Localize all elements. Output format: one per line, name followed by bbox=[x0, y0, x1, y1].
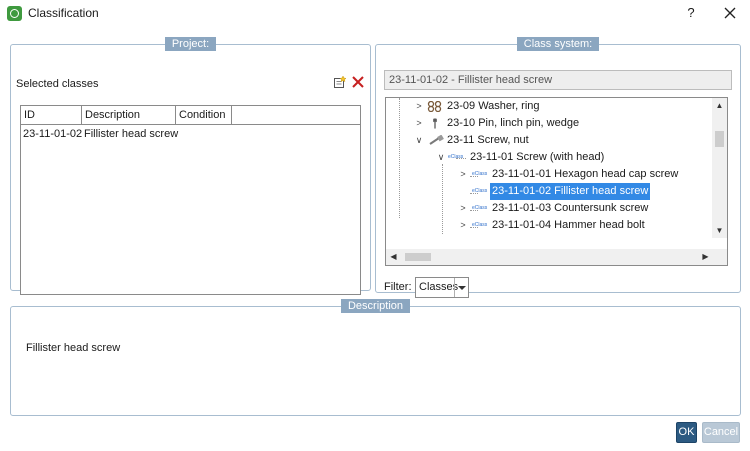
collapse-icon[interactable]: ∨ bbox=[414, 132, 424, 149]
selected-classes-label: Selected classes bbox=[16, 78, 99, 90]
cell-id: 23-11-01-02 bbox=[23, 128, 83, 140]
scrollbar-corner bbox=[712, 249, 727, 265]
tree-item-23-10[interactable]: > 23-10 Pin, linch pin, wedge bbox=[386, 115, 706, 132]
tree-item-label: 23-09 Washer, ring bbox=[447, 100, 540, 112]
cell-description: Fillister head screw bbox=[84, 128, 179, 140]
cell-condition bbox=[176, 126, 232, 142]
class-system-legend: Class system: bbox=[516, 37, 600, 51]
table-header: ID Description Condition bbox=[21, 106, 360, 125]
column-header-id[interactable]: ID bbox=[21, 106, 82, 124]
eclass-icon: eClass bbox=[448, 154, 464, 160]
close-button[interactable] bbox=[720, 3, 740, 23]
tree-vertical-scrollbar[interactable]: ▲ ▼ bbox=[712, 98, 727, 238]
new-class-button[interactable] bbox=[333, 75, 347, 89]
description-group: Description Fillister head screw bbox=[10, 299, 741, 416]
project-group: Project: Selected classes ID Description… bbox=[10, 37, 371, 295]
scroll-right-icon[interactable]: ▶ bbox=[698, 249, 713, 264]
scroll-thumb[interactable] bbox=[715, 131, 724, 147]
tree-item-label: 23-11-01-04 Hammer head bolt bbox=[492, 219, 645, 231]
tree-item-23-11[interactable]: ∨ 23-11 Screw, nut bbox=[386, 132, 706, 149]
expand-icon[interactable]: > bbox=[414, 115, 424, 132]
tree-item-label: 23-10 Pin, linch pin, wedge bbox=[447, 117, 580, 129]
eclass-icon: eClass bbox=[472, 222, 488, 228]
class-tree[interactable]: > 23-09 Washer, ring > 23-10 Pin, linch … bbox=[385, 97, 728, 266]
new-icon bbox=[334, 75, 347, 88]
app-icon bbox=[7, 6, 22, 21]
tree-item-23-11-01[interactable]: ∨ eClass 23-11-01 Screw (with head) bbox=[386, 149, 706, 166]
class-path-field: 23-11-01-02 - Fillister head screw bbox=[384, 70, 732, 90]
tree-item-label: 23-11 Screw, nut bbox=[447, 134, 529, 146]
screw-icon bbox=[429, 135, 444, 145]
tree-item-23-11-01-04[interactable]: > eClass 23-11-01-04 Hammer head bolt bbox=[386, 217, 706, 234]
column-header-description[interactable]: Description bbox=[82, 106, 176, 124]
close-icon bbox=[724, 7, 736, 19]
tree-item-23-11-01-01[interactable]: > eClass 23-11-01-01 Hexagon head cap sc… bbox=[386, 166, 706, 183]
washer-icon bbox=[427, 101, 442, 112]
ok-button[interactable]: OK bbox=[676, 422, 697, 443]
filter-label: Filter: bbox=[384, 281, 412, 293]
delete-class-button[interactable] bbox=[351, 75, 365, 89]
eclass-icon: eClass bbox=[472, 205, 488, 211]
selected-classes-table: ID Description Condition 23-11-01-02 Fil… bbox=[20, 105, 361, 295]
eclass-icon: eClass bbox=[472, 171, 488, 177]
scroll-left-icon[interactable]: ◀ bbox=[386, 249, 401, 264]
description-legend: Description bbox=[340, 299, 411, 313]
pin-icon bbox=[433, 118, 437, 129]
expand-icon[interactable]: > bbox=[414, 98, 424, 115]
tree-horizontal-scrollbar[interactable]: ◀ ▶ bbox=[386, 249, 713, 265]
filter-value: Classes bbox=[419, 281, 459, 293]
tree-item-label-selected: 23-11-01-02 Fillister head screw bbox=[490, 183, 651, 200]
tree-item-23-11-01-02[interactable]: eClass 23-11-01-02 Fillister head screw bbox=[386, 183, 706, 200]
expand-icon[interactable]: > bbox=[458, 200, 468, 217]
title-bar: Classification ? bbox=[0, 0, 750, 28]
description-text: Fillister head screw bbox=[26, 342, 121, 354]
expand-icon[interactable]: > bbox=[458, 217, 468, 234]
tree-item-23-11-01-03[interactable]: > eClass 23-11-01-03 Countersunk screw bbox=[386, 200, 706, 217]
scroll-down-icon[interactable]: ▼ bbox=[712, 223, 727, 238]
table-row[interactable]: 23-11-01-02 Fillister head screw bbox=[21, 126, 360, 142]
collapse-icon[interactable]: ∨ bbox=[436, 149, 446, 166]
class-system-group: Class system: 23-11-01-02 - Fillister he… bbox=[375, 37, 741, 298]
tree-item-23-09[interactable]: > 23-09 Washer, ring bbox=[386, 98, 706, 115]
tree-item-label: 23-11-01-01 Hexagon head cap screw bbox=[492, 168, 679, 180]
scroll-thumb[interactable] bbox=[405, 253, 431, 261]
expand-icon[interactable]: > bbox=[458, 166, 468, 183]
help-button[interactable]: ? bbox=[683, 4, 699, 22]
filter-dropdown[interactable]: Classes bbox=[415, 277, 469, 298]
tree-item-label: 23-11-01-03 Countersunk screw bbox=[492, 202, 649, 214]
window-title: Classification bbox=[28, 6, 99, 20]
column-header-condition[interactable]: Condition bbox=[176, 106, 232, 124]
scroll-up-icon[interactable]: ▲ bbox=[712, 98, 727, 113]
delete-icon bbox=[352, 76, 364, 88]
eclass-icon: eClass bbox=[472, 188, 488, 194]
tree-item-label: 23-11-01 Screw (with head) bbox=[470, 151, 605, 163]
project-legend: Project: bbox=[164, 37, 217, 51]
chevron-down-icon[interactable] bbox=[454, 278, 468, 297]
cancel-button[interactable]: Cancel bbox=[702, 422, 740, 443]
